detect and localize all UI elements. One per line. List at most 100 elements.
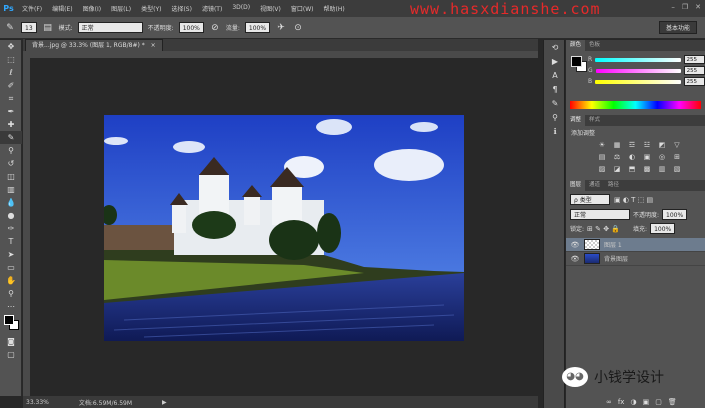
- adjustment-icon[interactable]: ▩: [641, 165, 653, 174]
- layer-footer-icon[interactable]: ∞: [606, 398, 612, 406]
- airbrush-icon[interactable]: ✈: [275, 22, 287, 34]
- channel-value[interactable]: 255: [683, 55, 705, 64]
- adjustment-icon[interactable]: ▥: [656, 165, 668, 174]
- adjustment-icon[interactable]: ◐: [626, 153, 638, 162]
- quick-mask-icon[interactable]: ◙: [0, 335, 22, 348]
- lock-icons[interactable]: ⊞ ✎ ✥ 🔒: [587, 225, 620, 233]
- layer-name[interactable]: 图层 1: [604, 240, 622, 249]
- lasso-tool-icon[interactable]: ℓ: [0, 66, 22, 79]
- tab-color[interactable]: 颜色: [566, 40, 586, 51]
- adjustment-icon[interactable]: ▦: [611, 141, 623, 150]
- blend-mode-select[interactable]: 正常: [570, 209, 630, 220]
- channel-slider[interactable]: [595, 68, 681, 73]
- layer-footer-icon[interactable]: ▣: [643, 398, 650, 406]
- marquee-tool-icon[interactable]: ⬚: [0, 53, 22, 66]
- mode-select[interactable]: 正常: [77, 22, 143, 33]
- layer-row[interactable]: 👁 背景图层: [566, 252, 705, 266]
- tab-paths[interactable]: 路径: [604, 180, 623, 191]
- quick-select-tool-icon[interactable]: ✐: [0, 79, 22, 92]
- menu-item[interactable]: 选择(S): [166, 4, 197, 13]
- gradient-tool-icon[interactable]: ▥: [0, 183, 22, 196]
- channel-slider[interactable]: [595, 57, 681, 62]
- pen-tool-icon[interactable]: ✑: [0, 222, 22, 235]
- pressure-opacity-icon[interactable]: ⊘: [209, 22, 221, 34]
- screen-mode-icon[interactable]: ▢: [0, 348, 22, 361]
- adjustment-icon[interactable]: ◩: [656, 141, 668, 150]
- layer-footer-icon[interactable]: ◑: [630, 398, 636, 406]
- brush-tool-icon[interactable]: ✎: [4, 22, 16, 34]
- shape-tool-icon[interactable]: ▭: [0, 261, 22, 274]
- eyedropper-tool-icon[interactable]: ✒: [0, 105, 22, 118]
- minimize-button[interactable]: –: [671, 3, 675, 11]
- color-spectrum-bar[interactable]: [570, 101, 701, 109]
- more-tools-icon[interactable]: ⋯: [0, 300, 22, 313]
- adjustment-icon[interactable]: ▣: [641, 153, 653, 162]
- adjustment-icon[interactable]: ⚖: [611, 153, 623, 162]
- layer-footer-icon[interactable]: ▢: [655, 398, 662, 406]
- blur-tool-icon[interactable]: 💧: [0, 196, 22, 209]
- layer-footer-icon[interactable]: fx: [618, 398, 625, 406]
- properties-panel-icon[interactable]: ℹ: [544, 124, 566, 138]
- color-swatches[interactable]: [0, 313, 21, 335]
- adjustment-icon[interactable]: ☳: [641, 141, 653, 150]
- channel-value[interactable]: 255: [683, 66, 705, 75]
- adjustment-icon[interactable]: ▧: [671, 165, 683, 174]
- zoom-level[interactable]: 33.33%: [26, 399, 49, 406]
- adjustment-icon[interactable]: ◪: [611, 165, 623, 174]
- path-select-icon[interactable]: ➤: [0, 248, 22, 261]
- eraser-tool-icon[interactable]: ◫: [0, 170, 22, 183]
- opacity-field[interactable]: 100%: [178, 22, 204, 33]
- adjustment-icon[interactable]: ☲: [626, 141, 638, 150]
- foreground-color-swatch[interactable]: [4, 315, 14, 325]
- tab-swatches[interactable]: 色板: [585, 40, 604, 51]
- adjustment-icon[interactable]: ▤: [596, 153, 608, 162]
- document-image[interactable]: [104, 115, 464, 341]
- adjustment-icon[interactable]: ☀: [596, 141, 608, 150]
- layer-name[interactable]: 背景图层: [604, 254, 628, 263]
- fill-field[interactable]: 100%: [650, 223, 676, 234]
- layer-opacity-field[interactable]: 100%: [662, 209, 688, 220]
- history-panel-icon[interactable]: ⟲: [544, 40, 566, 54]
- adjustment-icon[interactable]: ⊞: [671, 153, 683, 162]
- brush-preset-icon[interactable]: ✎: [544, 96, 566, 110]
- layer-kind-filter[interactable]: ρ 类型: [570, 194, 610, 205]
- menu-item[interactable]: 帮助(H): [319, 4, 350, 13]
- brush-tool-icon[interactable]: ✎: [0, 131, 22, 144]
- layer-row[interactable]: 👁 图层 1: [566, 238, 705, 252]
- filter-icons[interactable]: ▣ ◐ T ⬚ ▤: [614, 196, 653, 204]
- visibility-eye-icon[interactable]: 👁: [570, 255, 580, 263]
- hand-tool-icon[interactable]: ✋: [0, 274, 22, 287]
- restore-button[interactable]: ❐: [682, 3, 688, 11]
- adjustment-icon[interactable]: ⬒: [626, 165, 638, 174]
- channel-value[interactable]: 255: [683, 77, 705, 86]
- clone-stamp-icon[interactable]: ⚲: [0, 144, 22, 157]
- actions-panel-icon[interactable]: ▶: [544, 54, 566, 68]
- pressure-size-icon[interactable]: ⊙: [292, 22, 304, 34]
- menu-item[interactable]: 图像(I): [78, 4, 106, 13]
- tab-adjustments[interactable]: 调整: [566, 115, 586, 126]
- character-panel-icon[interactable]: A: [544, 68, 566, 82]
- flow-field[interactable]: 100%: [244, 22, 271, 33]
- fg-color-chip[interactable]: [571, 56, 582, 67]
- menu-item[interactable]: 滤镜(T): [197, 4, 227, 13]
- menu-item[interactable]: 类型(Y): [136, 4, 166, 13]
- menu-item[interactable]: 编辑(E): [47, 4, 77, 13]
- menu-item[interactable]: 视图(V): [255, 4, 286, 13]
- type-tool-icon[interactable]: T: [0, 235, 22, 248]
- document-tab[interactable]: 背景...jpg @ 33.3% (图层 1, RGB/8#) * ×: [25, 39, 163, 51]
- tab-layers[interactable]: 图层: [566, 180, 586, 191]
- menu-item[interactable]: 图层(L): [106, 4, 136, 13]
- layer-footer-icon[interactable]: 🗑: [668, 398, 677, 406]
- paragraph-panel-icon[interactable]: ¶: [544, 82, 566, 96]
- history-brush-icon[interactable]: ↺: [0, 157, 22, 170]
- close-button[interactable]: ✕: [695, 3, 701, 11]
- workspace-select[interactable]: 基本功能: [658, 21, 697, 34]
- dodge-tool-icon[interactable]: ●: [0, 209, 22, 222]
- brush-size-picker[interactable]: 13: [21, 22, 37, 33]
- menu-item[interactable]: 3D(D): [227, 4, 255, 13]
- adjustment-icon[interactable]: ▨: [596, 165, 608, 174]
- tab-channels[interactable]: 通道: [585, 180, 604, 191]
- move-tool-icon[interactable]: ✥: [0, 40, 22, 53]
- adjustment-icon[interactable]: ◎: [656, 153, 668, 162]
- crop-tool-icon[interactable]: ⌗: [0, 92, 22, 105]
